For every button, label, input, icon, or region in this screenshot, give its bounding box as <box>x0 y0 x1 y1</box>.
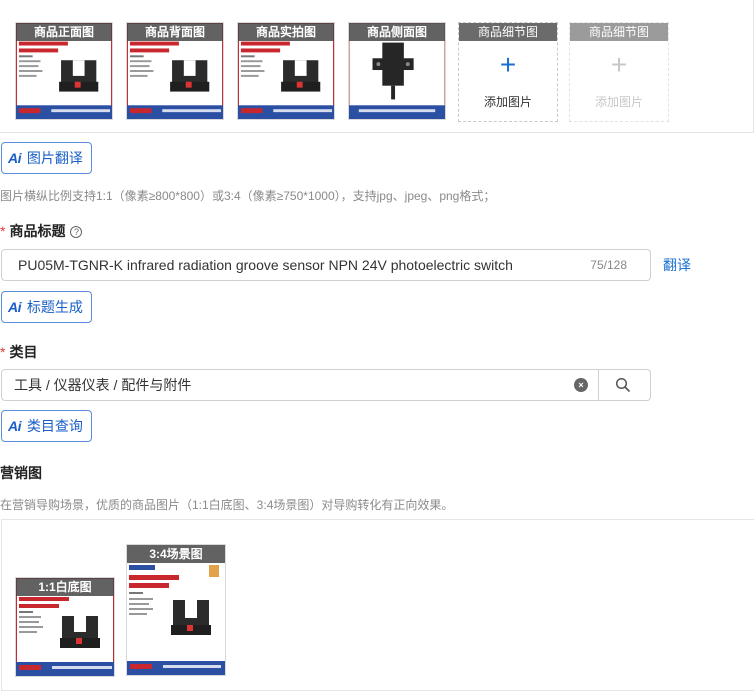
image-tag: 商品细节图 <box>570 23 668 41</box>
button-label: 图片翻译 <box>26 150 83 166</box>
image-tag: 3:4场景图 <box>127 545 225 563</box>
divider <box>598 370 599 400</box>
product-image-side[interactable]: 商品侧面图 <box>348 22 446 120</box>
category-query-button[interactable]: Ai 类目查询 <box>1 410 92 442</box>
marketing-image-scene[interactable]: 3:4场景图 <box>126 544 226 676</box>
product-photo <box>127 545 225 675</box>
image-tag: 商品细节图 <box>459 23 557 41</box>
category-select[interactable]: 工具 / 仪器仪表 / 配件与附件 × <box>1 369 651 401</box>
char-count: 75/128 <box>590 258 627 272</box>
plus-icon: + <box>610 49 628 80</box>
product-image-real[interactable]: 商品实拍图 <box>237 22 335 120</box>
add-detail-image-button-disabled: 商品细节图 + 添加图片 <box>569 22 669 122</box>
required-mark: * <box>0 344 6 360</box>
ai-icon: Ai <box>8 150 22 166</box>
button-label: 标题生成 <box>26 299 83 315</box>
add-image-label: 添加图片 <box>594 95 643 109</box>
title-generate-button[interactable]: Ai 标题生成 <box>1 291 92 323</box>
category-label-text: 类目 <box>9 344 38 360</box>
image-tag: 商品背面图 <box>127 23 223 41</box>
help-icon[interactable]: ? <box>70 226 83 238</box>
image-hint: 图片横纵比例支持1:1（像素≥800*800）或3:4（像素≥750*1000）… <box>0 189 496 203</box>
required-mark: * <box>0 223 6 239</box>
add-detail-image-button[interactable]: 商品细节图 + 添加图片 <box>458 22 558 122</box>
title-input[interactable]: PU05M-TGNR-K infrared radiation groove s… <box>1 249 651 281</box>
image-tag: 商品侧面图 <box>349 23 445 41</box>
ai-icon: Ai <box>8 418 22 434</box>
marketing-image-white-bg[interactable]: 1:1白底图 <box>15 577 115 677</box>
marketing-label: 营销图 <box>0 465 42 481</box>
translate-link[interactable]: 翻译 <box>663 255 691 275</box>
image-tag: 商品实拍图 <box>238 23 334 41</box>
ai-icon: Ai <box>8 299 22 315</box>
category-label: * 类目 <box>0 342 37 362</box>
title-value[interactable]: PU05M-TGNR-K infrared radiation groove s… <box>18 250 513 280</box>
marketing-hint: 在营销导购场景，优质的商品图片（1:1白底图、3:4场景图）对导购转化有正向效果… <box>0 498 454 512</box>
category-value: 工具 / 仪器仪表 / 配件与附件 <box>14 377 192 393</box>
button-label: 类目查询 <box>26 418 83 434</box>
clear-icon[interactable]: × <box>574 378 588 392</box>
search-icon[interactable] <box>615 377 631 393</box>
image-tag: 1:1白底图 <box>16 578 114 596</box>
plus-icon: + <box>499 49 517 80</box>
title-label-text: 商品标题 <box>9 223 66 239</box>
image-translate-button[interactable]: Ai 图片翻译 <box>1 142 92 174</box>
product-images-panel: 商品正面图 商品背面图 商品实拍图 商品侧面图 商品细节图 + 添加图片 商品细… <box>0 0 754 133</box>
marketing-images-panel: 1:1白底图 3:4场景图 <box>1 519 754 691</box>
add-image-label: 添加图片 <box>483 95 532 109</box>
product-image-front[interactable]: 商品正面图 <box>15 22 113 120</box>
product-image-back[interactable]: 商品背面图 <box>126 22 224 120</box>
title-label: * 商品标题? <box>0 221 83 241</box>
image-tag: 商品正面图 <box>16 23 112 41</box>
